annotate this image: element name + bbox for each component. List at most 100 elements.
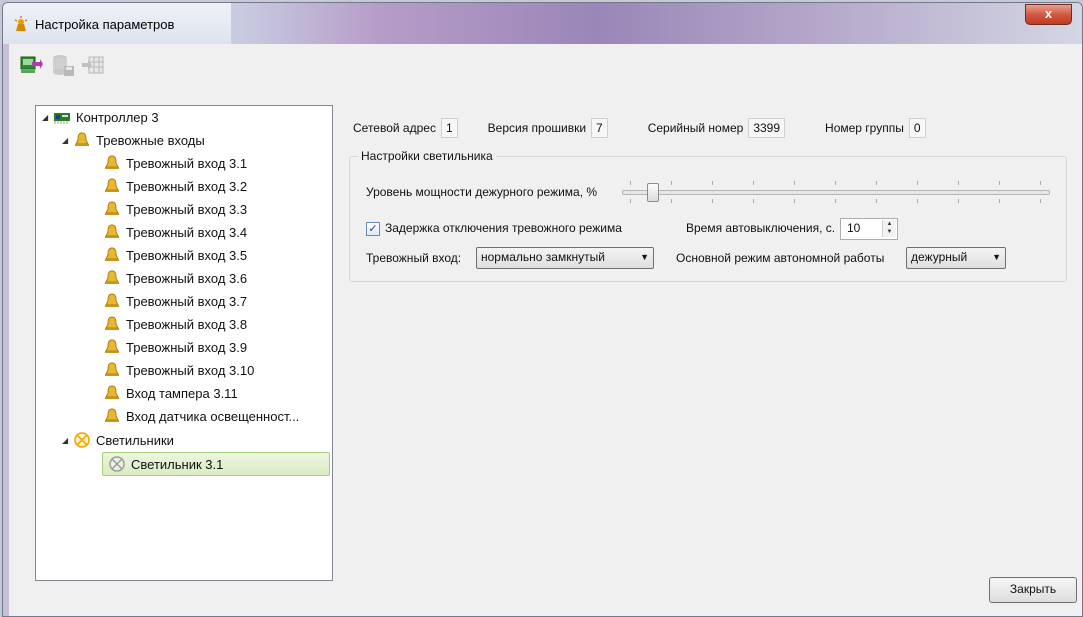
slider-tick (712, 181, 713, 185)
window-close-button[interactable]: x (1025, 4, 1072, 25)
firmware-value: 7 (591, 118, 608, 138)
tree-node-label: Тревожный вход 3.7 (126, 293, 248, 309)
tree-node-label: Светильник 3.1 (131, 456, 224, 472)
tree-node-label: Контроллер 3 (76, 109, 159, 125)
auto-off-spinbox[interactable]: 10 ▲ ▼ (840, 218, 898, 240)
slider-tick (1040, 181, 1041, 185)
export-table-button[interactable] (81, 53, 105, 77)
settings-window: Настройка параметров x ◢ Контроллер 3 ◢ … (2, 2, 1083, 617)
slider-tick (712, 199, 713, 203)
title-tab: Настройка параметров (3, 3, 231, 44)
slider-tick (753, 181, 754, 185)
tree-node-alarm-group[interactable]: ◢ Тревожные входы (62, 129, 205, 151)
lamp-off-icon (109, 456, 125, 472)
apply-to-device-button[interactable] (19, 53, 43, 77)
tree-node-label: Тревожный вход 3.6 (126, 270, 248, 286)
tree-node-alarm-input[interactable]: Тревожный вход 3.3 (104, 198, 247, 220)
tree-node-label: Тревожные входы (96, 132, 205, 148)
bell-icon (105, 270, 119, 284)
collapse-arrow-icon[interactable]: ◢ (62, 136, 74, 145)
bell-icon (75, 132, 89, 146)
spin-down-icon[interactable]: ▼ (883, 228, 896, 236)
tree-node-label: Вход тампера 3.11 (126, 385, 238, 401)
standby-power-label: Уровень мощности дежурного режима, % (366, 185, 598, 199)
tree-node-alarm-input[interactable]: Тревожный вход 3.2 (104, 175, 247, 197)
bell-icon (105, 316, 119, 330)
main-mode-value: дежурный (911, 250, 968, 264)
tree-node-label: Вход датчика освещенност... (126, 408, 300, 424)
auto-off-value: 10 (847, 221, 861, 235)
slider-tick (794, 199, 795, 203)
tree-node-label: Тревожный вход 3.3 (126, 201, 248, 217)
tree-node-alarm-input[interactable]: Тревожный вход 3.9 (104, 336, 247, 358)
slider-tick (1040, 199, 1041, 203)
spin-up-icon[interactable]: ▲ (883, 220, 896, 228)
bell-icon (105, 293, 119, 307)
close-button[interactable]: Закрыть (989, 577, 1077, 603)
slider-tick (630, 199, 631, 203)
bell-icon (105, 408, 119, 422)
bell-icon (105, 247, 119, 261)
collapse-arrow-icon[interactable]: ◢ (42, 113, 54, 122)
bell-icon (105, 362, 119, 376)
lamp-icon (74, 432, 90, 448)
alarm-input-value: нормально замкнутый (481, 250, 605, 264)
standby-power-slider-track[interactable] (622, 190, 1050, 195)
device-tree[interactable]: ◢ Контроллер 3 ◢ Тревожные входы Тревожн… (35, 105, 333, 581)
controller-board-icon (54, 113, 70, 124)
tree-node-light-sensor-input[interactable]: Вход датчика освещенност... (104, 405, 299, 427)
standby-power-slider-handle[interactable] (647, 183, 659, 202)
tree-node-alarm-input[interactable]: Тревожный вход 3.6 (104, 267, 247, 289)
app-icon (14, 16, 28, 31)
bell-icon (105, 178, 119, 192)
slider-tick (876, 181, 877, 185)
alarm-input-combo[interactable]: нормально замкнутый ▼ (476, 247, 654, 269)
slider-tick (917, 181, 918, 185)
network-address-value: 1 (440, 118, 458, 138)
bell-icon (105, 155, 119, 169)
tree-node-alarm-input[interactable]: Тревожный вход 3.4 (104, 221, 247, 243)
tree-node-alarm-input[interactable]: Тревожный вход 3.7 (104, 290, 247, 312)
monitor-arrow-icon (20, 56, 43, 73)
table-export-icon (82, 56, 104, 74)
window-title: Настройка параметров (35, 17, 175, 32)
auto-off-label: Время автовыключения, с. (686, 221, 836, 235)
collapse-arrow-icon[interactable]: ◢ (62, 436, 74, 445)
tree-node-alarm-input[interactable]: Тревожный вход 3.8 (104, 313, 247, 335)
main-mode-label: Основной режим автономной работы (676, 251, 885, 265)
bell-icon (105, 201, 119, 215)
tree-node-label: Тревожный вход 3.8 (126, 316, 248, 332)
group-value: 0 (908, 118, 926, 138)
lamp-settings-group: Настройки светильника Уровень мощности д… (349, 149, 1067, 282)
database-save-icon (53, 55, 74, 76)
slider-tick (794, 181, 795, 185)
main-mode-combo[interactable]: дежурный ▼ (906, 247, 1006, 269)
tree-node-alarm-input[interactable]: Тревожный вход 3.5 (104, 244, 247, 266)
slider-tick (917, 199, 918, 203)
slider-tick (999, 199, 1000, 203)
title-bar[interactable]: Настройка параметров x (3, 3, 1082, 44)
slider-tick (958, 181, 959, 185)
slider-tick (958, 199, 959, 203)
tree-node-lamps-group[interactable]: ◢ Светильники (62, 429, 174, 451)
tree-node-tamper-input[interactable]: Вход тампера 3.11 (104, 382, 238, 404)
tree-node-alarm-input[interactable]: Тревожный вход 3.1 (104, 152, 247, 174)
tree-node-controller[interactable]: ◢ Контроллер 3 (42, 106, 159, 128)
tree-node-label: Тревожный вход 3.5 (126, 247, 248, 263)
bell-icon (105, 385, 119, 399)
save-to-db-button[interactable] (51, 53, 75, 77)
slider-tick (671, 181, 672, 185)
tree-node-label: Тревожный вход 3.1 (126, 155, 248, 171)
slider-tick (671, 199, 672, 203)
tree-node-alarm-input[interactable]: Тревожный вход 3.10 (104, 359, 254, 381)
alarm-delay-checkbox[interactable]: ✓ (366, 222, 380, 236)
slider-tick (753, 199, 754, 203)
slider-tick (835, 181, 836, 185)
tree-node-lamp[interactable]: Светильник 3.1 (102, 452, 330, 476)
device-info-row: Сетевой адрес 1 Версия прошивки 7 Серийн… (353, 117, 926, 139)
chevron-down-icon: ▼ (640, 252, 649, 262)
group-label: Номер группы (825, 121, 904, 135)
client-area: ◢ Контроллер 3 ◢ Тревожные входы Тревожн… (9, 44, 1082, 616)
spin-buttons: ▲ ▼ (882, 220, 896, 237)
alarm-delay-label: Задержка отключения тревожного режима (385, 221, 622, 235)
